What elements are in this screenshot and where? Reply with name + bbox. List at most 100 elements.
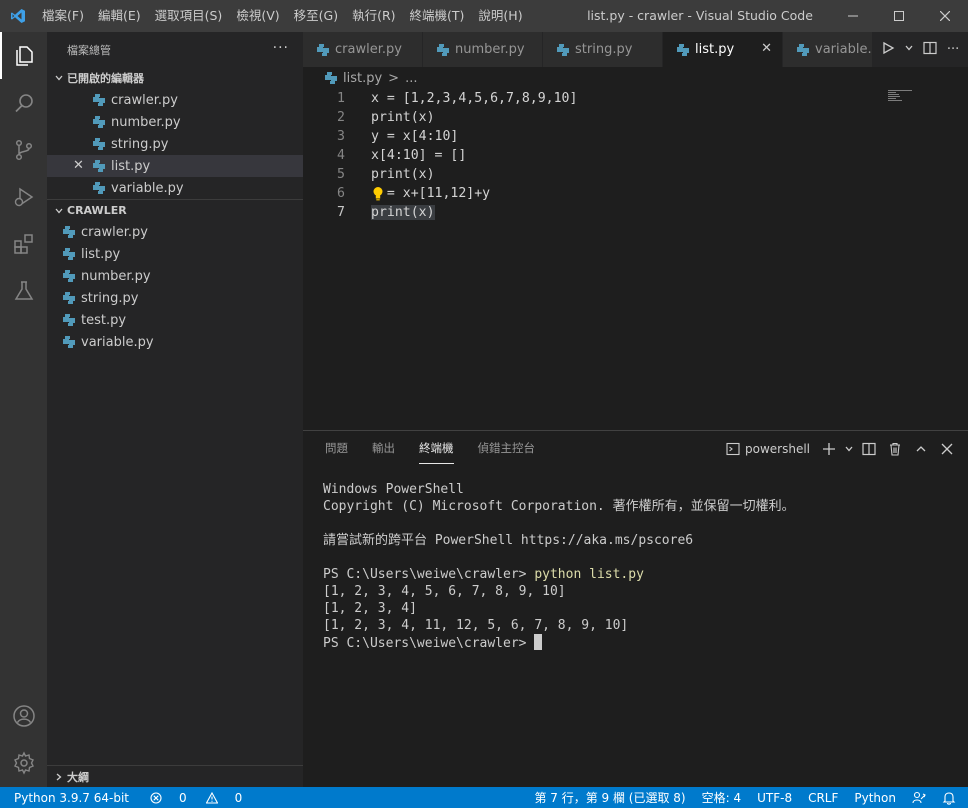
terminal-line: [1, 2, 3, 4] bbox=[323, 601, 417, 616]
indentation-status[interactable]: 空格: 4 bbox=[694, 789, 750, 806]
menu-help[interactable]: 說明(H) bbox=[471, 0, 529, 32]
tab-terminal[interactable]: 終端機 bbox=[407, 431, 466, 466]
file-tree-item[interactable]: variable.py bbox=[47, 331, 303, 353]
maximize-button[interactable] bbox=[876, 0, 922, 32]
menu-run[interactable]: 執行(R) bbox=[345, 0, 402, 32]
tab-list[interactable]: list.py ✕ bbox=[663, 32, 783, 67]
notifications-bell-icon[interactable] bbox=[934, 791, 968, 805]
file-tree-item[interactable]: test.py bbox=[47, 309, 303, 331]
code-text: x = [1,2,3,4,5,6,7,8,9,10] bbox=[371, 91, 578, 106]
warning-icon bbox=[199, 791, 225, 804]
close-tab-icon[interactable]: ✕ bbox=[761, 41, 772, 56]
menu-bar: 檔案(F) 編輯(E) 選取項目(S) 檢視(V) 移至(G) 執行(R) 終端… bbox=[35, 0, 530, 32]
close-window-button[interactable] bbox=[922, 0, 968, 32]
menu-file[interactable]: 檔案(F) bbox=[35, 0, 91, 32]
terminal-dropdown-chevron-icon[interactable] bbox=[842, 437, 856, 461]
tab-crawler[interactable]: crawler.py bbox=[303, 32, 423, 67]
minimize-button[interactable] bbox=[830, 0, 876, 32]
line-number: 5 bbox=[337, 167, 345, 182]
line-number: 2 bbox=[337, 110, 345, 125]
python-file-icon bbox=[323, 70, 339, 86]
menu-go[interactable]: 移至(G) bbox=[287, 0, 345, 32]
python-file-icon bbox=[61, 268, 77, 284]
folder-section-crawler[interactable]: CRAWLER bbox=[47, 199, 303, 221]
breadcrumb-more[interactable]: ... bbox=[405, 71, 417, 86]
settings-gear-icon[interactable] bbox=[0, 739, 47, 786]
tab-number[interactable]: number.py bbox=[423, 32, 543, 67]
minimap[interactable] bbox=[886, 89, 926, 109]
terminal-shell-selector[interactable]: powershell bbox=[726, 442, 810, 456]
close-panel-icon[interactable] bbox=[934, 437, 960, 461]
code-line[interactable]: 5 print(x) bbox=[303, 165, 883, 184]
eol-status[interactable]: CRLF bbox=[800, 791, 846, 805]
explorer-icon[interactable] bbox=[0, 32, 47, 79]
terminal-line: Windows PowerShell bbox=[323, 482, 464, 497]
account-icon[interactable] bbox=[0, 692, 47, 739]
file-tree-item[interactable]: crawler.py bbox=[47, 221, 303, 243]
file-tree-item[interactable]: number.py bbox=[47, 265, 303, 287]
code-line[interactable]: 1 x = [1,2,3,4,5,6,7,8,9,10] bbox=[303, 89, 883, 108]
error-count: 0 bbox=[179, 790, 187, 805]
code-line[interactable]: 6 = x+[11,12]+y bbox=[303, 184, 883, 203]
code-text-wrapper: print(x) bbox=[371, 205, 435, 220]
maximize-panel-chevron-up-icon[interactable] bbox=[908, 437, 934, 461]
code-line-current[interactable]: 7 print(x) bbox=[303, 203, 883, 222]
trash-icon[interactable] bbox=[882, 437, 908, 461]
source-control-icon[interactable] bbox=[0, 126, 47, 173]
outline-section[interactable]: 大綱 bbox=[47, 765, 303, 787]
breadcrumb-separator: > bbox=[388, 70, 400, 86]
python-interpreter-status[interactable]: Python 3.9.7 64-bit bbox=[0, 791, 136, 805]
testing-flask-icon[interactable] bbox=[0, 267, 47, 314]
editor-tabs: crawler.py number.py string.py list.py ✕… bbox=[303, 32, 968, 67]
open-editor-item[interactable]: crawler.py bbox=[47, 89, 303, 111]
menu-selection[interactable]: 選取項目(S) bbox=[148, 0, 230, 32]
file-tree-item[interactable]: string.py bbox=[47, 287, 303, 309]
activity-bar bbox=[0, 32, 47, 787]
code-editor[interactable]: 1 x = [1,2,3,4,5,6,7,8,9,10] 2 print(x) … bbox=[303, 89, 883, 429]
more-actions-icon[interactable]: ··· bbox=[947, 42, 959, 57]
menu-view[interactable]: 檢視(V) bbox=[229, 0, 286, 32]
tab-problems[interactable]: 問題 bbox=[313, 431, 360, 466]
language-mode-status[interactable]: Python bbox=[846, 791, 904, 805]
feedback-icon[interactable] bbox=[904, 791, 934, 805]
run-file-icon[interactable] bbox=[881, 41, 895, 59]
terminal-line: 請嘗試新的跨平台 PowerShell https://aka.ms/pscor… bbox=[323, 533, 694, 548]
more-actions-icon[interactable]: ··· bbox=[273, 40, 289, 56]
chevron-right-icon bbox=[51, 772, 67, 782]
tab-string[interactable]: string.py bbox=[543, 32, 663, 67]
code-line[interactable]: 4 x[4:10] = [] bbox=[303, 146, 883, 165]
open-editor-item-active[interactable]: ✕ list.py bbox=[47, 155, 303, 177]
tab-debug-console[interactable]: 偵錯主控台 bbox=[466, 431, 548, 466]
tab-output[interactable]: 輸出 bbox=[360, 431, 407, 466]
tab-label: crawler.py bbox=[335, 42, 402, 57]
menu-edit[interactable]: 編輯(E) bbox=[91, 0, 148, 32]
terminal-command: python list.py bbox=[534, 567, 644, 582]
cursor-position-status[interactable]: 第 7 行，第 9 欄 (已選取 8) bbox=[526, 789, 693, 806]
split-editor-icon[interactable] bbox=[923, 41, 938, 59]
open-editor-item[interactable]: variable.py bbox=[47, 177, 303, 199]
new-terminal-plus-icon[interactable] bbox=[816, 437, 842, 461]
menu-terminal[interactable]: 終端機(T) bbox=[403, 0, 472, 32]
open-editor-item[interactable]: number.py bbox=[47, 111, 303, 133]
file-tree-item[interactable]: list.py bbox=[47, 243, 303, 265]
extensions-icon[interactable] bbox=[0, 220, 47, 267]
editor-actions: ··· bbox=[872, 32, 968, 67]
problems-status[interactable]: 0 0 bbox=[136, 791, 256, 805]
status-bar: Python 3.9.7 64-bit 0 0 第 7 行，第 9 欄 (已選取… bbox=[0, 787, 968, 808]
outline-title: 大綱 bbox=[67, 770, 89, 784]
python-file-icon bbox=[61, 224, 77, 240]
close-editor-icon[interactable]: ✕ bbox=[73, 158, 84, 173]
code-line[interactable]: 2 print(x) bbox=[303, 108, 883, 127]
open-editor-item[interactable]: string.py bbox=[47, 133, 303, 155]
code-line[interactable]: 3 y = x[4:10] bbox=[303, 127, 883, 146]
encoding-status[interactable]: UTF-8 bbox=[749, 791, 800, 805]
run-debug-icon[interactable] bbox=[0, 173, 47, 220]
terminal-output[interactable]: Windows PowerShell Copyright (C) Microso… bbox=[323, 481, 795, 651]
terminal-prompt-line: PS C:\Users\weiwe\crawler> bbox=[323, 634, 795, 651]
breadcrumb-file[interactable]: list.py bbox=[343, 71, 382, 86]
split-terminal-icon[interactable] bbox=[856, 437, 882, 461]
python-file-icon bbox=[435, 42, 451, 58]
open-editors-section[interactable]: 已開啟的編輯器 bbox=[47, 67, 303, 89]
run-dropdown-chevron-icon[interactable] bbox=[904, 42, 914, 57]
search-icon[interactable] bbox=[0, 79, 47, 126]
